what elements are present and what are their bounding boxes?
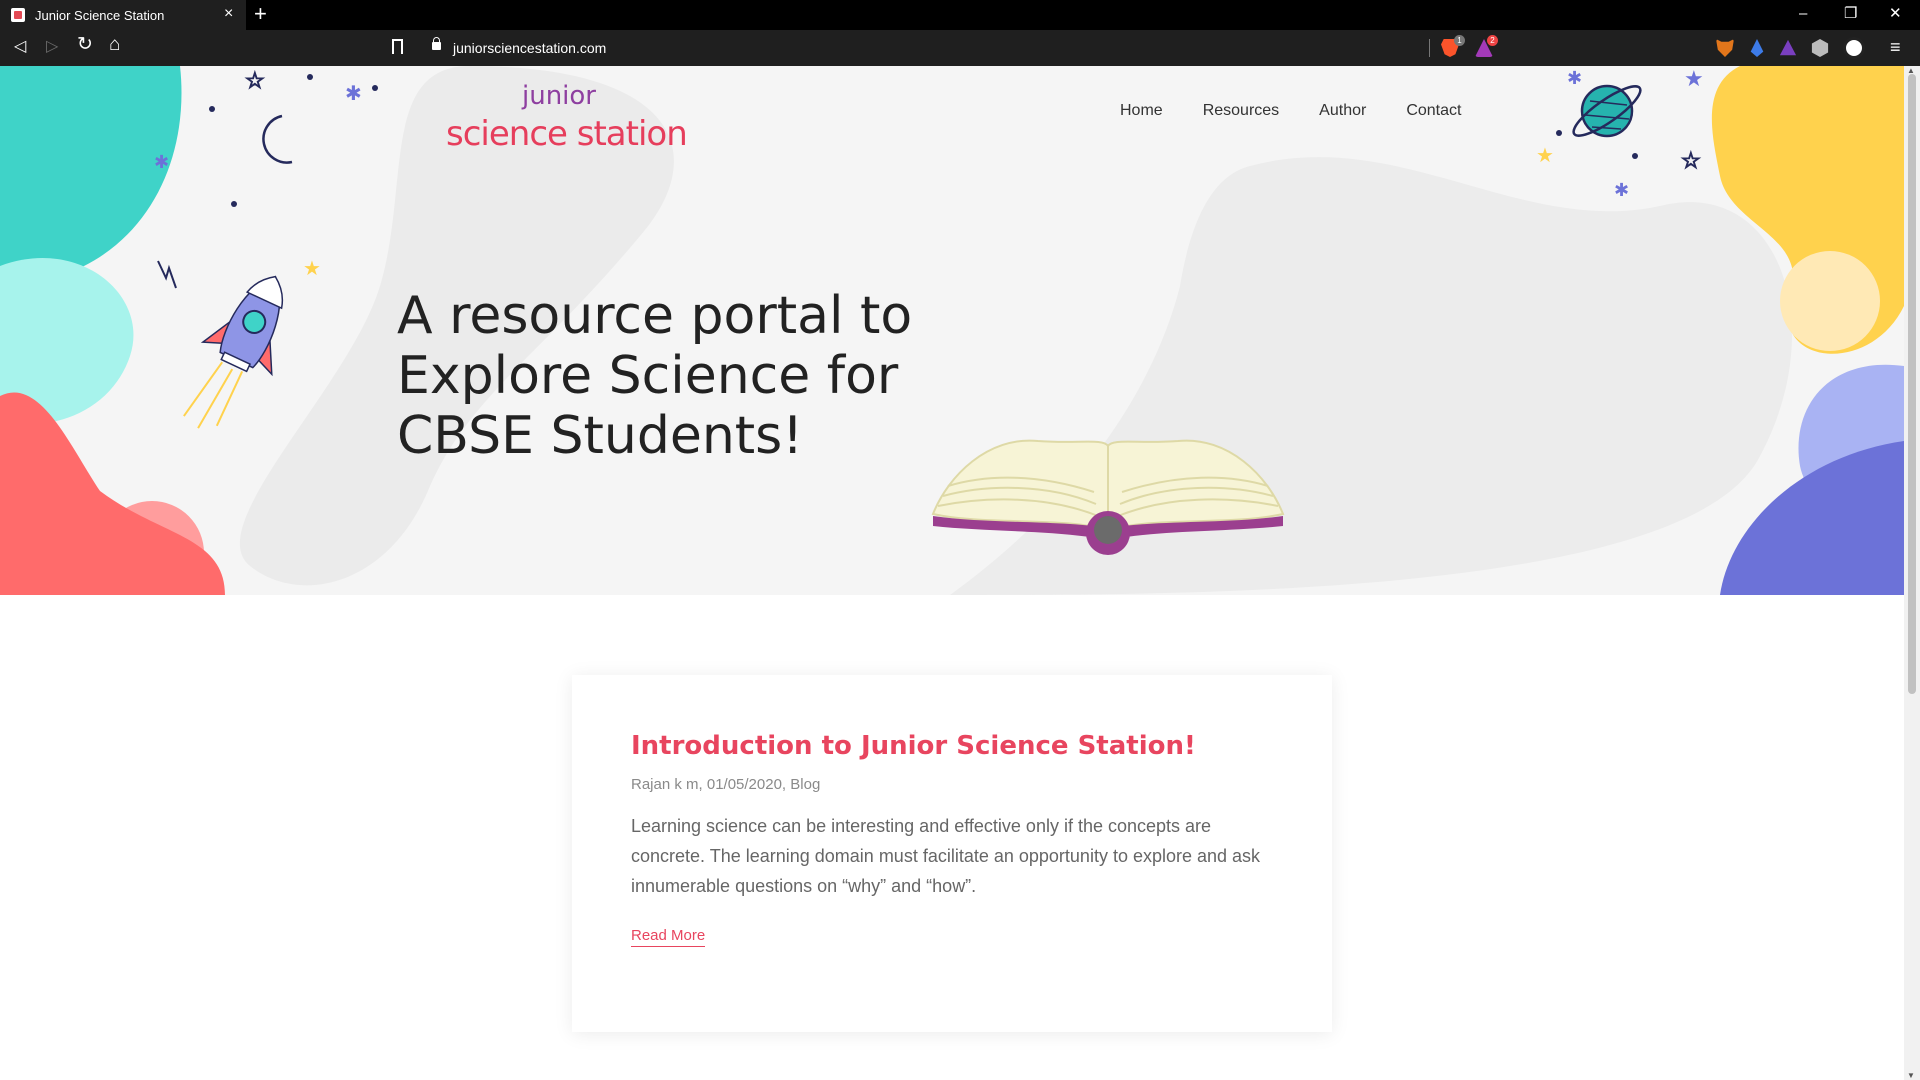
glasses-icon[interactable] (1843, 37, 1865, 59)
tab-bar: Junior Science Station × + – ❐ ✕ (0, 0, 1920, 30)
address-bar[interactable]: juniorsciencestation.com (420, 35, 1430, 61)
star-icon: ★ (303, 256, 321, 280)
lightning-icon (157, 260, 177, 289)
browser-toolbar: ◁ ▷ ↻ ⌂ juniorsciencestation.com 1 2 ≡ (0, 30, 1920, 66)
triangle-icon[interactable] (1779, 39, 1797, 56)
dot-icon (372, 85, 378, 91)
restore-button[interactable]: ❐ (1844, 5, 1857, 23)
sparkle-icon: ✱ (345, 81, 362, 105)
main-nav: Home Resources Author Contact (1120, 102, 1501, 120)
url-text[interactable]: juniorsciencestation.com (453, 40, 606, 56)
scroll-thumb[interactable] (1908, 74, 1916, 694)
site-logo[interactable]: junior science station (446, 78, 688, 158)
read-more-link[interactable]: Read More (631, 927, 706, 947)
post-title-link[interactable]: Introduction to Junior Science Station! (631, 731, 1196, 761)
sparkle-icon: ✱ (154, 152, 169, 173)
reload-button[interactable]: ↻ (77, 35, 93, 54)
forward-button[interactable]: ▷ (46, 38, 58, 56)
rocket-icon (183, 275, 284, 429)
light-yellow-blob (1780, 251, 1880, 351)
rewards-count-badge: 2 (1487, 35, 1498, 46)
sparkle-icon: ✱ (1567, 68, 1582, 89)
post-meta: Rajan k m, 01/05/2020, Blog (631, 776, 821, 793)
coral-blob (0, 392, 225, 595)
toolbar-divider (1429, 39, 1430, 57)
post-excerpt: Learning science can be interesting and … (631, 816, 1261, 896)
star-icon: ★ (1536, 143, 1554, 167)
logo-junior-text: junior (522, 81, 597, 111)
hero-section: ☆ ☆ ✱ ✱ ✱ ✱ ★ ★ ★ junior science station… (0, 66, 1904, 595)
lock-icon (432, 37, 441, 50)
sparkle-icon: ✱ (1614, 180, 1629, 201)
site-favicon-icon (11, 8, 25, 22)
new-tab-button[interactable]: + (254, 3, 267, 25)
scroll-down-icon[interactable]: ▼ (1907, 1071, 1915, 1080)
close-window-button[interactable]: ✕ (1889, 5, 1902, 23)
active-tab[interactable]: Junior Science Station × (0, 0, 246, 30)
nav-contact[interactable]: Contact (1406, 102, 1461, 120)
cube-icon[interactable] (1811, 39, 1829, 57)
post-card: Introduction to Junior Science Station! … (572, 675, 1332, 1032)
home-button[interactable]: ⌂ (109, 35, 120, 54)
back-button[interactable]: ◁ (14, 38, 26, 56)
star-outline-icon: ☆ (1681, 149, 1701, 174)
star-icon: ★ (1684, 67, 1704, 92)
nav-resources[interactable]: Resources (1203, 102, 1279, 120)
star-outline-icon: ☆ (245, 69, 265, 94)
page-scrollbar[interactable]: ▲ ▼ (1904, 66, 1920, 1080)
dot-icon (307, 74, 313, 80)
tab-title: Junior Science Station (35, 8, 165, 23)
moon-icon (262, 114, 293, 164)
shield-count-badge: 1 (1454, 35, 1465, 46)
metamask-icon[interactable] (1716, 39, 1734, 57)
drop-icon[interactable] (1750, 39, 1764, 57)
dot-icon (1556, 130, 1562, 136)
dot-icon (231, 201, 237, 207)
logo-science-station-text: science station (446, 114, 688, 154)
bookmark-icon[interactable] (392, 39, 403, 54)
nav-author[interactable]: Author (1319, 102, 1366, 120)
page-viewport: ☆ ☆ ✱ ✱ ✱ ✱ ★ ★ ★ junior science station… (0, 66, 1920, 1080)
hero-headline: A resource portal to Explore Science for… (397, 286, 913, 466)
dot-icon (209, 106, 215, 112)
nav-home[interactable]: Home (1120, 102, 1163, 120)
dot-icon (1632, 153, 1638, 159)
menu-button[interactable]: ≡ (1890, 37, 1901, 57)
tab-close-icon[interactable]: × (224, 5, 233, 23)
minimize-button[interactable]: – (1799, 5, 1807, 23)
